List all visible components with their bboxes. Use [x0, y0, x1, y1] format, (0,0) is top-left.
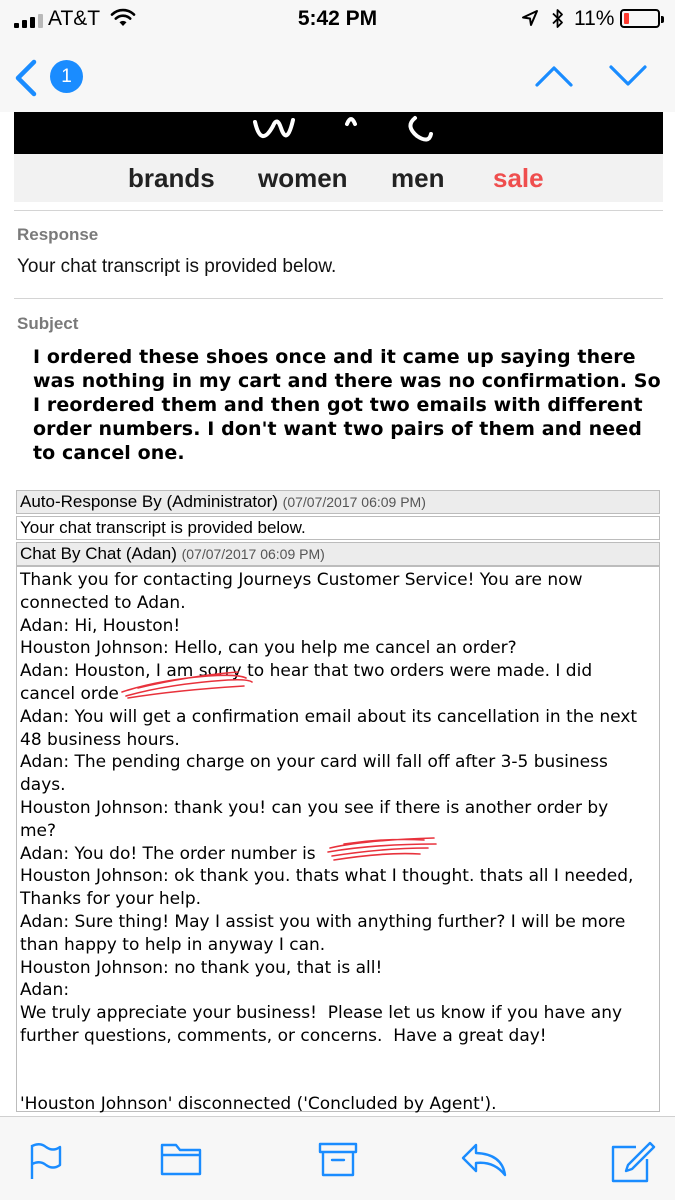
location-arrow-icon [522, 10, 538, 26]
chat-line: Thank you for contacting Journeys Custom… [20, 570, 583, 590]
subject-text: I ordered these shoes once and it came u… [33, 346, 661, 464]
chevron-up-icon[interactable] [534, 64, 574, 88]
battery-icon [620, 9, 664, 28]
bottom-toolbar [0, 1116, 675, 1200]
nav-link-women[interactable]: women [258, 163, 348, 194]
chat-line: Adan: Sure thing! May I assist you with … [20, 911, 626, 932]
nav-link-sale[interactable]: sale [493, 163, 544, 194]
bluetooth-icon [552, 9, 563, 28]
response-text: Your chat transcript is provided below. [17, 256, 337, 277]
auto-response-date: (07/07/2017 06:09 PM) [282, 494, 426, 510]
chevron-down-icon[interactable] [608, 64, 648, 88]
chat-line: Adan: You will get a confirmation email … [20, 706, 638, 727]
reply-icon[interactable] [460, 1141, 508, 1179]
chat-line: We truly appreciate your business! Pleas… [20, 1003, 623, 1024]
flag-icon[interactable] [28, 1141, 62, 1181]
folder-icon[interactable] [160, 1141, 202, 1177]
chat-line [20, 1071, 656, 1094]
chat-line: Adan: The pending charge on your card wi… [20, 752, 608, 773]
chat-block-header: Chat By Chat (Adan) (07/07/2017 06:09 PM… [16, 542, 660, 566]
response-label: Response [17, 225, 99, 244]
chat-line: Houston Johnson: Hello, can you help me … [20, 638, 517, 659]
back-unread-badge[interactable]: 1 [50, 60, 83, 93]
auto-response-text: Your chat transcript is provided below. [20, 518, 306, 537]
chat-date: (07/07/2017 06:09 PM) [181, 546, 325, 562]
chat-header: Chat By Chat (Adan) (07/07/2017 06:09 PM… [17, 543, 659, 565]
chat-line: Adan: Houston, I am sorry to hear that t… [20, 661, 593, 682]
divider [14, 210, 663, 211]
chat-author: Chat By Chat (Adan) [20, 544, 177, 563]
chat-line: cancel orde [20, 683, 119, 704]
auto-response-body: Your chat transcript is provided below. [16, 516, 660, 540]
subject-label: Subject [17, 314, 79, 333]
auto-response-block: Auto-Response By (Administrator) (07/07/… [16, 490, 660, 514]
redaction-scribble [327, 837, 437, 861]
archive-icon[interactable] [318, 1141, 358, 1177]
chat-line: 48 business hours. [20, 729, 180, 750]
chat-line: Adan: Hi, Houston! [20, 615, 181, 636]
store-banner [14, 112, 663, 154]
chat-line: Thanks for your help. [20, 889, 202, 910]
status-bar: AT&T 5:42 PM 11% [0, 0, 675, 40]
redaction-scribble [121, 671, 253, 699]
chat-line: Houston Johnson: ok thank you. thats wha… [20, 866, 634, 887]
auto-response-author: Auto-Response By (Administrator) [20, 492, 278, 511]
nav-link-brands[interactable]: brands [128, 163, 215, 194]
compose-icon[interactable] [610, 1141, 656, 1183]
divider [14, 298, 663, 299]
chat-line: days. [20, 775, 66, 796]
nav-link-men[interactable]: men [391, 163, 444, 194]
brand-logo-fragment [253, 116, 433, 142]
mail-nav-bar: 1 [0, 40, 675, 112]
battery-percent: 11% [574, 7, 615, 30]
chat-line: Houston Johnson: no thank you, that is a… [20, 957, 383, 978]
chat-line [20, 1048, 656, 1071]
chat-line: Adan: [20, 980, 70, 1001]
chat-line: further questions, comments, or concerns… [20, 1025, 547, 1046]
chat-line: 'Houston Johnson' disconnected ('Conclud… [20, 1094, 497, 1115]
chevron-left-icon[interactable] [12, 58, 40, 98]
chat-line: Houston Johnson: thank you! can you see … [20, 797, 609, 818]
store-category-nav: brands women men sale [14, 154, 663, 202]
chat-line: than happy to help in anyway I can. [20, 934, 326, 955]
auto-response-header: Auto-Response By (Administrator) (07/07/… [17, 491, 659, 513]
chat-line: connected to Adan. [20, 592, 186, 613]
